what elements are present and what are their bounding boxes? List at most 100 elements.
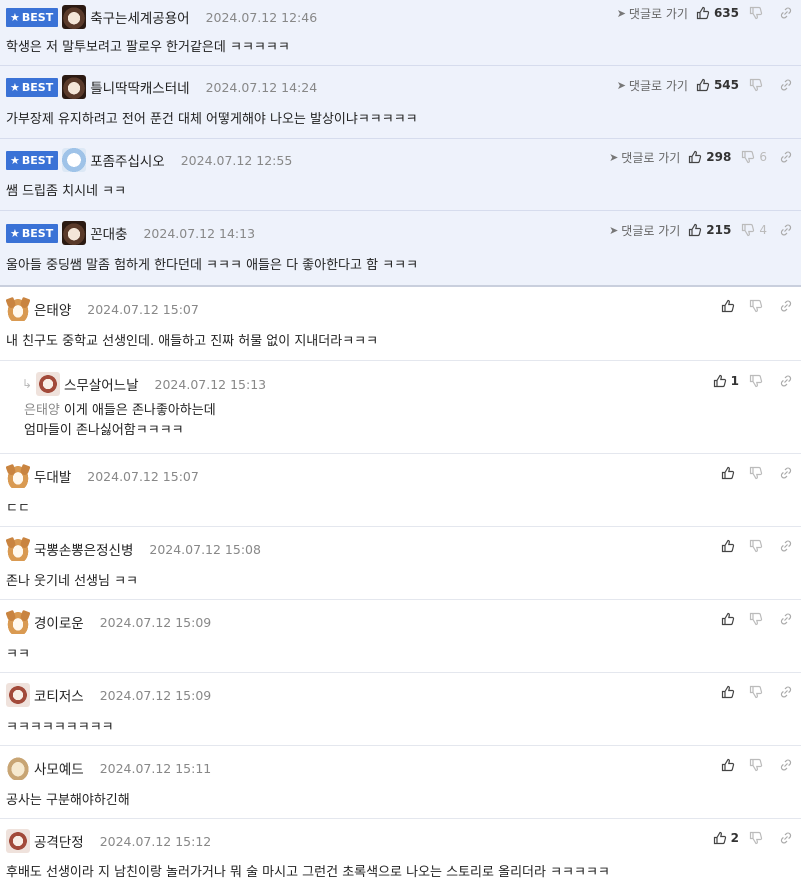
comment-actions	[721, 755, 793, 775]
thumbs-down-icon	[749, 374, 763, 388]
comment-actions: ➤ 댓글로 가기 545	[617, 75, 793, 95]
avatar[interactable]	[62, 221, 87, 245]
comment-item: 두대발 2024.07.12 15:07 ㄷㄷ	[0, 454, 801, 527]
thumbs-down-icon	[749, 831, 763, 845]
best-badge: ★ BEST	[6, 7, 59, 27]
comment-text: ㅋㅋㅋㅋㅋㅋㅋㅋㅋ	[6, 720, 114, 735]
nickname[interactable]: 스무살어느날	[64, 374, 139, 394]
avatar[interactable]	[62, 75, 87, 99]
nickname[interactable]: 포좀주십시오	[90, 150, 165, 170]
comment-header: ★ BEST 꼰대충 2024.07.12 14:13	[6, 221, 255, 245]
link-icon[interactable]	[779, 466, 793, 480]
comment-actions: ➤ 댓글로 가기 635	[617, 3, 793, 23]
comment-text: 공사는 구분해야하긴해	[6, 793, 130, 808]
avatar[interactable]	[6, 464, 30, 488]
upvote-button[interactable]: 1	[713, 374, 739, 388]
go-to-reply-link[interactable]: ➤ 댓글로 가기	[609, 149, 680, 166]
thumbs-up-icon	[696, 6, 710, 20]
go-to-reply-link[interactable]: ➤ 댓글로 가기	[617, 77, 688, 94]
comment-actions	[721, 682, 793, 702]
nickname[interactable]: 공격단정	[34, 831, 84, 851]
avatar[interactable]	[6, 829, 30, 853]
avatar[interactable]	[6, 537, 30, 561]
nickname[interactable]: 사모예드	[34, 758, 84, 778]
thumbs-up-icon	[713, 374, 727, 388]
nickname[interactable]: 축구는세계공용어	[90, 7, 189, 27]
upvote-button[interactable]	[721, 539, 739, 553]
comment-date: 2024.07.12 15:11	[99, 760, 212, 776]
best-badge: ★ BEST	[6, 223, 59, 243]
upvote-button[interactable]	[721, 758, 739, 772]
link-icon[interactable]	[779, 223, 793, 237]
nickname[interactable]: 두대발	[34, 466, 71, 486]
upvote-button[interactable]	[721, 612, 739, 626]
star-icon: ★	[10, 153, 20, 167]
comment-item: ★ BEST 포좀주십시오 2024.07.12 12:55 ➤ 댓글로 가기 29…	[0, 139, 801, 211]
send-arrow-icon: ➤	[616, 78, 626, 92]
link-icon[interactable]	[779, 374, 793, 388]
downvote-button[interactable]	[749, 78, 767, 92]
downvote-button[interactable]	[749, 758, 767, 772]
link-icon[interactable]	[779, 78, 793, 92]
nickname[interactable]: 은태양	[34, 299, 71, 319]
go-to-reply-link[interactable]: ➤ 댓글로 가기	[609, 222, 680, 239]
nickname[interactable]: 틀니딱딱캐스터네	[90, 77, 189, 97]
link-icon[interactable]	[779, 539, 793, 553]
comment-date: 2024.07.12 15:07	[87, 468, 199, 484]
comment-item: ★ BEST 꼰대충 2024.07.12 14:13 ➤ 댓글로 가기 215 4…	[0, 211, 801, 287]
avatar[interactable]	[62, 148, 87, 172]
nickname[interactable]: 꼰대충	[90, 223, 127, 243]
mention-link[interactable]: 은태양	[24, 403, 60, 418]
link-icon[interactable]	[779, 299, 793, 313]
comment-header: 두대발 2024.07.12 15:07	[6, 464, 199, 488]
downvote-button[interactable]	[749, 374, 767, 388]
link-icon[interactable]	[779, 685, 793, 699]
comment-text: 후배도 선생이라 지 남친이랑 놀러가거나 뭐 술 마시고 그런건 초록색으로 …	[6, 865, 610, 880]
comment-date: 2024.07.12 15:07	[87, 301, 199, 317]
upvote-button[interactable]	[721, 299, 739, 313]
link-icon[interactable]	[779, 758, 793, 772]
link-icon[interactable]	[779, 150, 793, 164]
avatar[interactable]	[36, 372, 60, 396]
downvote-button[interactable]	[749, 685, 767, 699]
nickname[interactable]: 국뽕손뽕은정신병	[34, 539, 133, 559]
upvote-button[interactable]: 2	[713, 831, 739, 845]
nickname[interactable]: 코티저스	[34, 685, 84, 705]
avatar[interactable]	[6, 756, 30, 780]
upvote-count: 215	[706, 223, 732, 237]
nickname[interactable]: 경이로운	[34, 612, 84, 632]
comment-actions: 2	[713, 828, 793, 848]
link-icon[interactable]	[779, 612, 793, 626]
downvote-button[interactable]	[749, 299, 767, 313]
upvote-button[interactable]: 298	[688, 150, 731, 164]
upvote-button[interactable]: 215	[688, 223, 731, 237]
upvote-button[interactable]	[721, 685, 739, 699]
link-icon[interactable]	[779, 6, 793, 20]
thumbs-up-icon	[721, 466, 735, 480]
comment-text: 쌤 드립좀 치시네 ㅋㅋ	[6, 184, 127, 199]
thumbs-down-icon	[749, 6, 763, 20]
downvote-button[interactable]	[749, 539, 767, 553]
thumbs-up-icon	[688, 150, 702, 164]
avatar[interactable]	[6, 297, 30, 321]
downvote-button[interactable]	[749, 466, 767, 480]
comment-date: 2024.07.12 15:12	[99, 833, 212, 849]
comment-date: 2024.07.12 12:46	[205, 9, 318, 25]
upvote-button[interactable]: 635	[696, 6, 739, 20]
comment-actions	[721, 609, 793, 629]
link-icon[interactable]	[779, 831, 793, 845]
downvote-button[interactable]	[749, 6, 767, 20]
upvote-button[interactable]: 545	[696, 78, 739, 92]
upvote-button[interactable]	[721, 466, 739, 480]
downvote-button[interactable]	[749, 831, 767, 845]
downvote-button[interactable]: 6	[741, 150, 767, 164]
downvote-button[interactable]: 4	[741, 223, 767, 237]
reply-arrow-icon: ↳	[22, 377, 33, 391]
avatar[interactable]	[6, 610, 30, 634]
avatar[interactable]	[6, 683, 30, 707]
send-arrow-icon: ➤	[616, 6, 626, 20]
downvote-count: 6	[759, 150, 767, 164]
go-to-reply-link[interactable]: ➤ 댓글로 가기	[617, 5, 688, 22]
downvote-button[interactable]	[749, 612, 767, 626]
avatar[interactable]	[62, 5, 87, 29]
